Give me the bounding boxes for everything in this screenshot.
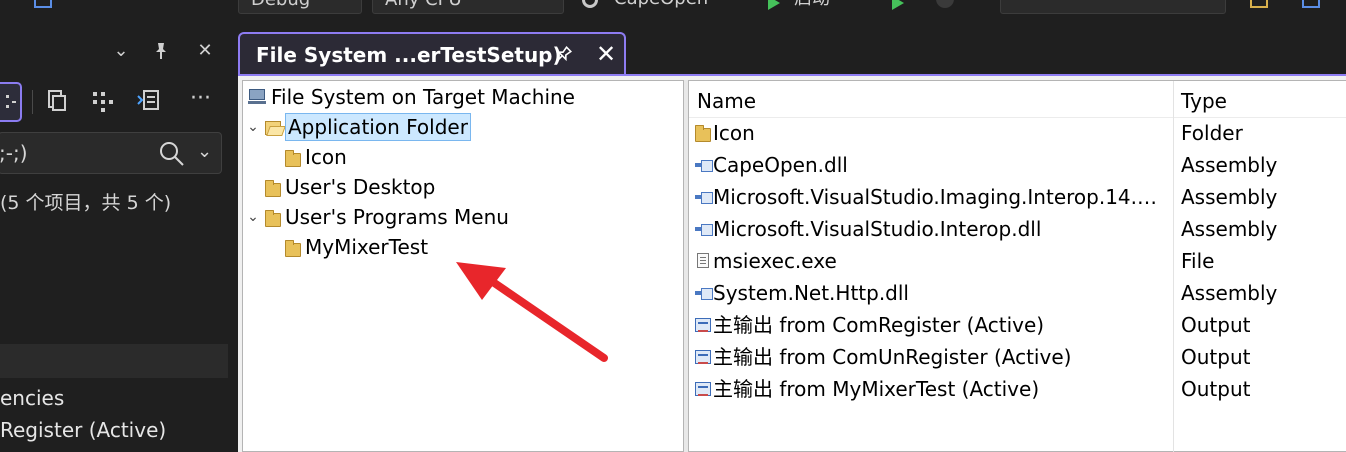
tree-node-label: User's Programs Menu	[285, 205, 509, 229]
assembly-icon	[695, 286, 713, 300]
save-icon[interactable]	[34, 0, 52, 8]
folder-icon	[285, 150, 301, 167]
startup-project-dropdown[interactable]: CapeOpen	[602, 0, 742, 14]
tree-node-label: Application Folder	[285, 113, 471, 141]
chevron-down-icon[interactable]: ⌄	[110, 40, 132, 62]
output-icon	[695, 350, 711, 364]
list-item[interactable]: 主输出 from ComUnRegister (Active) Output	[689, 341, 1346, 373]
chevron-down-icon[interactable]: ⌄	[247, 113, 259, 141]
list-item-name: 主输出 from MyMixerTest (Active)	[713, 377, 1040, 401]
collapse-all-icon[interactable]	[90, 88, 116, 114]
file-icon	[697, 253, 709, 268]
item-count-label: (5 个项目，共 5 个)	[0, 192, 172, 214]
show-all-files-icon[interactable]	[44, 88, 70, 114]
feedback-icon[interactable]	[1250, 0, 1268, 8]
panel-header: ⌄ ✕	[0, 34, 228, 74]
list-item[interactable]: Microsoft.VisualStudio.Imaging.Interop.1…	[689, 181, 1346, 213]
list-item[interactable]: msiexec.exe File	[689, 245, 1346, 277]
list-item-type: Output	[1181, 345, 1251, 369]
search-input[interactable]: ;-;) ⌄	[0, 132, 222, 174]
chevron-down-icon[interactable]: ⌄	[197, 141, 212, 162]
tree-item-dependencies[interactable]: encies	[0, 386, 64, 410]
assembly-icon	[695, 158, 713, 172]
pin-icon[interactable]	[150, 40, 172, 62]
list-item-type: Assembly	[1181, 153, 1278, 177]
sync-with-active-document-button[interactable]	[0, 82, 22, 122]
list-item-type: File	[1181, 249, 1215, 273]
toolbar-divider	[32, 90, 33, 114]
folder-contents-list[interactable]: Name Type Icon Folder CapeOpen.dll Assem…	[688, 80, 1346, 452]
list-item-name: System.Net.Http.dll	[713, 281, 909, 305]
assembly-icon	[695, 222, 713, 236]
list-item-name: CapeOpen.dll	[713, 153, 848, 177]
tree-node-application-folder[interactable]: ⌄ Application Folder	[247, 113, 507, 141]
list-item-type: Assembly	[1181, 185, 1278, 209]
more-options-icon[interactable]: ···	[190, 88, 216, 114]
list-item-type: Assembly	[1181, 281, 1278, 305]
list-item-type: Output	[1181, 313, 1251, 337]
search-box[interactable]	[1000, 0, 1226, 14]
search-input-text: ;-;)	[0, 141, 28, 165]
list-item-name: Microsoft.VisualStudio.Interop.dll	[713, 217, 1042, 241]
configuration-dropdown[interactable]: Debug	[238, 0, 362, 14]
panel-toolbar: ···	[0, 80, 228, 124]
list-item-name: Microsoft.VisualStudio.Imaging.Interop.1…	[713, 185, 1169, 209]
tree-node-label: User's Desktop	[285, 175, 436, 199]
app-window: Debug Any CPU CapeOpen 启动 ⌄ ✕	[0, 0, 1346, 452]
selected-row-highlight	[0, 344, 228, 378]
folder-icon	[265, 210, 281, 227]
list-item-name: 主输出 from ComUnRegister (Active)	[713, 345, 1072, 369]
list-item-name: Icon	[713, 121, 755, 145]
folder-icon	[285, 240, 301, 257]
account-icon[interactable]	[1302, 0, 1320, 8]
close-icon[interactable]: ✕	[194, 40, 216, 62]
top-toolbar: Debug Any CPU CapeOpen 启动	[0, 0, 1346, 22]
folder-icon	[695, 125, 711, 142]
column-header-type[interactable]: Type	[1181, 85, 1227, 117]
list-item[interactable]: Icon Folder	[689, 117, 1346, 149]
list-item[interactable]: System.Net.Http.dll Assembly	[689, 277, 1346, 309]
tree-item-comregister-output[interactable]: Register (Active)	[0, 418, 166, 442]
list-item[interactable]: 主输出 from ComRegister (Active) Output	[689, 309, 1346, 341]
tree-node-label: File System on Target Machine	[271, 85, 575, 109]
close-icon[interactable]: ✕	[594, 40, 618, 68]
start-without-debugging-icon[interactable]	[892, 0, 904, 10]
start-icon[interactable]	[768, 0, 780, 10]
output-icon	[695, 382, 711, 396]
list-item[interactable]: 主输出 from MyMixerTest (Active) Output	[689, 373, 1346, 405]
sync-icon	[4, 92, 16, 112]
open-folder-icon	[265, 121, 281, 135]
tree-node-label: MyMixerTest	[305, 235, 429, 259]
pin-icon[interactable]	[552, 44, 574, 66]
assembly-icon	[695, 190, 713, 204]
list-item-type: Assembly	[1181, 217, 1278, 241]
record-icon[interactable]	[936, 0, 954, 8]
start-button-label[interactable]: 启动	[782, 0, 852, 14]
platform-dropdown[interactable]: Any CPU	[372, 0, 564, 14]
list-item-name: msiexec.exe	[713, 249, 837, 273]
tab-file-system[interactable]: File System ...erTestSetup) ✕	[238, 32, 626, 76]
list-item-name: 主输出 from ComRegister (Active)	[713, 313, 1045, 337]
list-item-type: Folder	[1181, 121, 1243, 145]
tab-title: File System ...erTestSetup)	[256, 43, 562, 67]
file-system-tree[interactable]: File System on Target Machine ⌄ Applicat…	[242, 80, 684, 452]
computer-icon	[248, 89, 266, 104]
list-item[interactable]: CapeOpen.dll Assembly	[689, 149, 1346, 181]
gear-icon	[582, 0, 598, 8]
folder-icon	[265, 180, 281, 197]
properties-icon[interactable]	[136, 88, 162, 114]
list-item[interactable]: Microsoft.VisualStudio.Interop.dll Assem…	[689, 213, 1346, 245]
tree-node-label: Icon	[305, 145, 347, 169]
search-icon[interactable]	[159, 141, 185, 171]
output-icon	[695, 318, 711, 332]
list-item-type: Output	[1181, 377, 1251, 401]
chevron-down-icon[interactable]: ⌄	[247, 203, 259, 231]
solution-explorer-panel: ⌄ ✕ ··· ;-;) ⌄ (5 个项目，共 5 个) encies Regi…	[0, 22, 228, 452]
column-header-name[interactable]: Name	[697, 85, 756, 117]
